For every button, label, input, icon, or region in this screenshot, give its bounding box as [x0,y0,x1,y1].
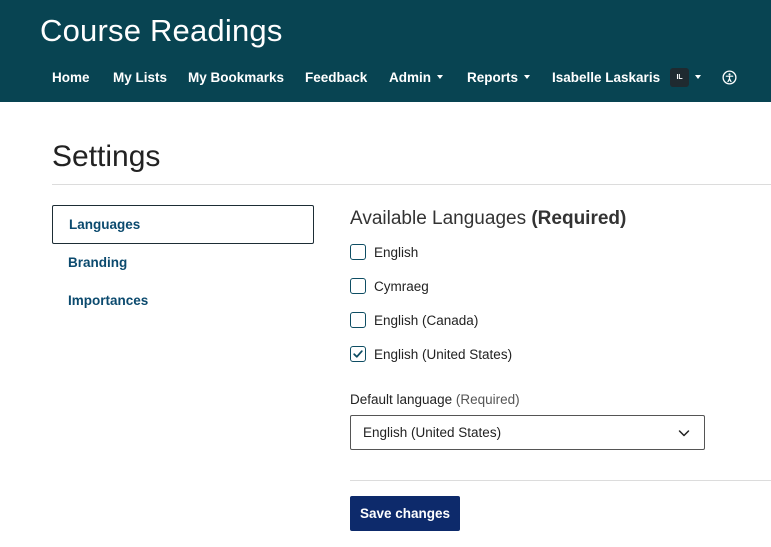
language-option-english[interactable]: English [350,242,418,262]
checkmark-icon [353,350,363,358]
sidebar-item-branding[interactable]: Branding [52,244,314,283]
checkbox-label: Cymraeg [374,278,429,294]
avatar: IL [670,67,690,87]
section-heading: Available Languages (Required) [350,208,626,230]
caret-down-icon [437,75,443,80]
nav-reports-dropdown[interactable]: Reports [467,68,531,88]
checkbox-label: English (Canada) [374,312,479,328]
chevron-down-icon [678,430,690,437]
default-language-select[interactable]: English (United States) [350,415,705,450]
nav-admin-label: Admin [389,70,431,85]
select-value: English (United States) [363,425,502,440]
sidebar-item-languages[interactable]: Languages [52,205,314,244]
page-title: Settings [52,140,161,173]
nav-reports-label: Reports [467,70,519,85]
checkbox-checked[interactable] [350,346,366,362]
required-indicator: (Required) [531,208,627,229]
checkbox[interactable] [350,312,366,328]
divider [350,480,771,481]
checkbox-label: English (United States) [374,346,513,362]
checkbox[interactable] [350,278,366,294]
section-heading-text: Available Languages [350,208,527,229]
default-language-label: Default language (Required) [350,392,520,407]
main-nav: Home My Lists My Bookmarks Feedback Admi… [0,67,771,90]
user-name: Isabelle Laskaris [552,70,661,85]
checkbox[interactable] [350,244,366,260]
nav-user-menu[interactable]: Isabelle Laskaris IL [552,67,702,88]
save-changes-button[interactable]: Save changes [350,496,460,531]
nav-home[interactable]: Home [52,68,90,88]
required-indicator: (Required) [455,392,520,407]
nav-my-bookmarks[interactable]: My Bookmarks [188,68,284,88]
language-option-english-us[interactable]: English (United States) [350,344,512,364]
sidebar-item-importances[interactable]: Importances [52,282,314,321]
top-header: Course Readings Home My Lists My Bookmar… [0,0,771,102]
language-option-english-canada[interactable]: English (Canada) [350,310,478,330]
nav-my-lists[interactable]: My Lists [113,68,167,88]
app-title: Course Readings [40,13,283,48]
caret-down-icon [695,75,702,80]
divider [52,184,771,185]
default-language-label-text: Default language [350,392,453,407]
language-option-cymraeg[interactable]: Cymraeg [350,276,429,296]
nav-feedback[interactable]: Feedback [305,68,367,88]
nav-admin-dropdown[interactable]: Admin [389,68,443,88]
caret-down-icon [524,75,531,80]
accessibility-icon[interactable] [722,70,737,85]
checkbox-label: English [374,244,419,260]
